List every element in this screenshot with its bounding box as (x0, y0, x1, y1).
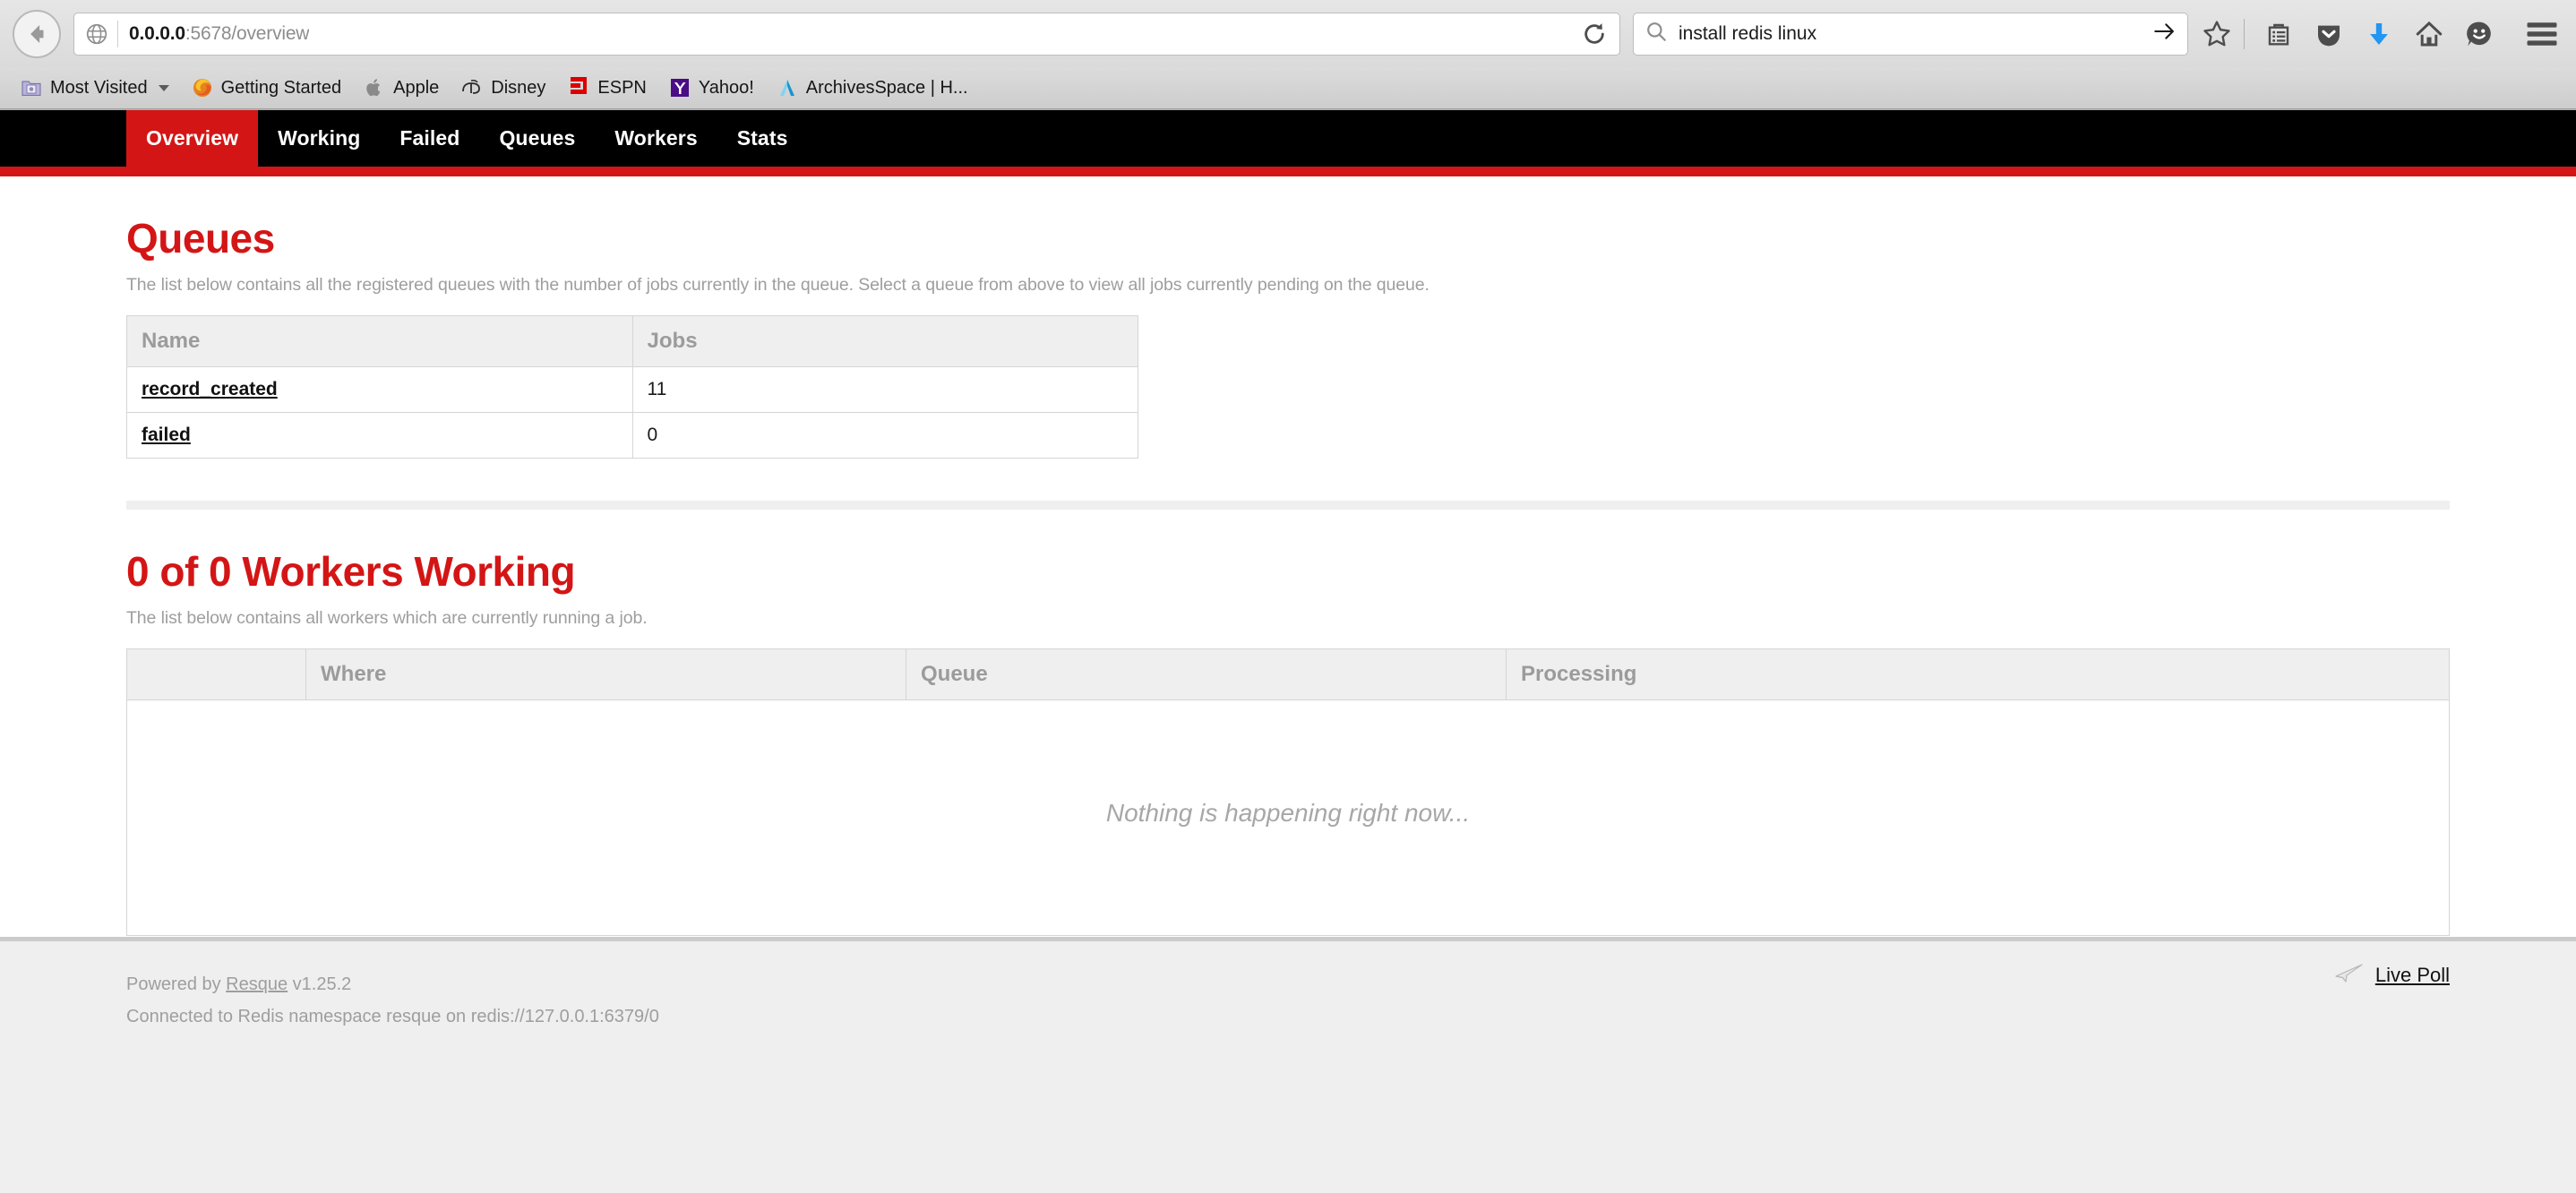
table-row: record_created 11 (126, 366, 1139, 413)
url-text: 0.0.0.0:5678/overview (129, 23, 309, 45)
queues-table: Name Jobs record_created 11 failed 0 (126, 315, 1139, 459)
workers-table: Where Queue Processing Nothing is happen… (126, 648, 2450, 936)
queue-link-record-created[interactable]: record_created (142, 379, 278, 399)
search-icon (1644, 20, 1668, 47)
bookmark-getting-started[interactable]: Getting Started (180, 74, 353, 101)
apple-logo-icon (363, 76, 386, 99)
nav-item-working[interactable]: Working (258, 110, 380, 167)
queue-link-failed[interactable]: failed (142, 425, 191, 445)
search-input[interactable]: install redis linux (1679, 23, 2151, 45)
workers-description: The list below contains all workers whic… (126, 608, 648, 628)
firefox-icon (191, 76, 214, 99)
bookmark-label: Most Visited (50, 77, 148, 98)
app-nav: Overview Working Failed Queues Workers S… (0, 110, 2576, 176)
hello-smiley-icon[interactable] (2458, 13, 2501, 56)
home-icon[interactable] (2408, 13, 2451, 56)
queue-jobs-cell: 11 (631, 366, 1139, 413)
bookmark-espn[interactable]: ESPN (556, 74, 657, 101)
bookmark-disney[interactable]: Disney (450, 74, 556, 101)
section-divider (126, 501, 2450, 510)
column-header-name: Name (126, 315, 633, 367)
table-header-row: Name Jobs (126, 315, 1139, 367)
workers-empty-message: Nothing is happening right now... (126, 699, 2450, 936)
bookmark-label: Disney (491, 77, 546, 98)
search-go-icon[interactable] (2151, 19, 2177, 48)
espn-icon (567, 76, 590, 99)
reload-button[interactable] (1568, 12, 1620, 56)
column-header-where: Where (305, 648, 906, 700)
urlbar-divider (117, 20, 118, 47)
bookmark-label: Apple (393, 77, 440, 98)
bookmark-label: ESPN (597, 77, 647, 98)
bookmark-most-visited[interactable]: Most Visited (9, 74, 180, 101)
bookmark-star-icon[interactable] (2195, 13, 2238, 56)
column-header-blank (126, 648, 306, 700)
workers-title: 0 of 0 Workers Working (126, 548, 576, 595)
bookmark-label: Getting Started (220, 77, 342, 98)
table-row: failed 0 (126, 412, 1139, 459)
bookmark-yahoo[interactable]: Yahoo! (657, 74, 765, 101)
toolbar-divider (2244, 18, 2245, 49)
back-arrow-icon (30, 24, 44, 43)
bookmarks-bar: Most Visited Getting Started Apple Disne… (0, 67, 2576, 109)
bookmark-apple[interactable]: Apple (352, 74, 450, 101)
disney-icon (460, 76, 484, 99)
nav-item-queues[interactable]: Queues (479, 110, 595, 167)
url-bar[interactable]: 0.0.0.0:5678/overview (73, 12, 1574, 56)
reading-list-icon[interactable] (2257, 13, 2300, 56)
paper-plane-icon (2334, 961, 2365, 989)
table-row-empty: Nothing is happening right now... (126, 699, 2450, 936)
archivesspace-icon (776, 76, 799, 99)
queue-name-cell: record_created (126, 366, 633, 413)
queues-title: Queues (126, 215, 275, 262)
live-poll-row: Live Poll (126, 961, 2450, 989)
most-visited-folder-icon (20, 76, 43, 99)
chevron-down-icon[interactable] (158, 84, 169, 91)
globe-icon (83, 21, 110, 47)
queues-description: The list below contains all the register… (126, 275, 1430, 295)
pocket-icon[interactable] (2307, 13, 2350, 56)
column-header-jobs: Jobs (631, 315, 1139, 367)
hamburger-menu-icon[interactable] (2520, 13, 2563, 56)
downloads-icon[interactable] (2357, 13, 2400, 56)
nav-item-overview[interactable]: Overview (126, 110, 259, 167)
queue-name-cell: failed (126, 412, 633, 459)
bookmark-label: ArchivesSpace | H... (805, 77, 968, 98)
table-header-row: Where Queue Processing (126, 648, 2450, 700)
bookmark-archivesspace[interactable]: ArchivesSpace | H... (765, 74, 979, 101)
footer-connection: Connected to Redis namespace resque on r… (126, 1007, 659, 1026)
nav-item-stats[interactable]: Stats (717, 110, 808, 167)
nav-item-workers[interactable]: Workers (595, 110, 717, 167)
bookmark-label: Yahoo! (698, 77, 754, 98)
live-poll-link[interactable]: Live Poll (2375, 964, 2450, 987)
back-button[interactable] (13, 9, 61, 58)
url-host: 0.0.0.0 (129, 22, 185, 44)
column-header-processing: Processing (1506, 648, 2450, 700)
yahoo-icon (668, 76, 691, 99)
nav-item-failed[interactable]: Failed (380, 110, 479, 167)
queue-jobs-cell: 0 (631, 412, 1139, 459)
reload-icon (1584, 22, 1604, 44)
column-header-queue: Queue (906, 648, 1507, 700)
browser-toolbar: 0.0.0.0:5678/overview install redis linu… (0, 0, 2576, 67)
url-path: :5678/overview (185, 22, 310, 44)
page-content: Queues The list below contains all the r… (0, 176, 2576, 986)
browser-chrome: 0.0.0.0:5678/overview install redis linu… (0, 0, 2576, 110)
search-bar[interactable]: install redis linux (1633, 12, 2188, 56)
